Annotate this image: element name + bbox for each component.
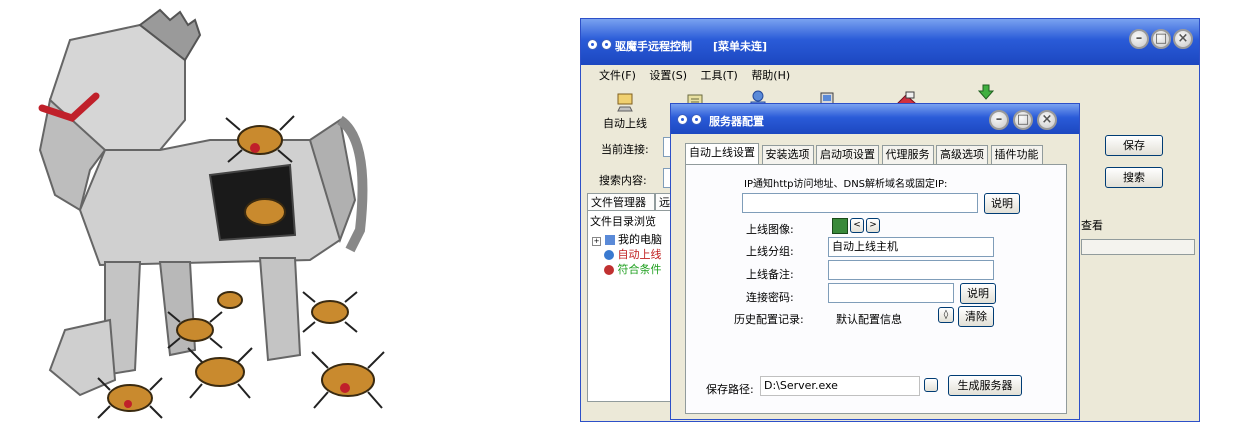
tree-panel: 文件目录浏览 + 我的电脑 自动上线 符合条件	[587, 210, 679, 402]
dialog-tab-row: 自动上线设置 安装选项 启动项设置 代理服务 高级选项 插件功能	[685, 143, 1043, 165]
history-config-value[interactable]: 默认配置信息	[836, 311, 902, 327]
search-button[interactable]: 搜索	[1105, 167, 1163, 188]
history-config-label: 历史配置记录:	[734, 313, 804, 326]
expand-icon[interactable]: +	[592, 237, 601, 246]
ip-address-label: IP通知http访问地址、DNS解析域名或固定IP:	[744, 179, 948, 190]
computer-tree-icon	[604, 235, 615, 245]
online-icon-preview	[832, 218, 848, 234]
app-system-icon-2[interactable]	[601, 39, 612, 50]
search-content-label: 搜索内容:	[599, 174, 647, 187]
list-header-bar	[1081, 239, 1195, 255]
toolbar-auto-online-button[interactable]: 自动上线	[595, 91, 655, 131]
save-path-label: 保存路径:	[706, 383, 754, 396]
download-icon[interactable]	[977, 83, 995, 101]
clear-button[interactable]: 清除	[958, 306, 994, 327]
tab-file-manager[interactable]: 文件管理器	[587, 193, 655, 211]
main-window-title: 驱魔手远程控制	[615, 40, 692, 53]
connect-password-label: 连接密码:	[746, 291, 794, 304]
connect-password-input[interactable]	[828, 283, 954, 303]
main-window-title-suffix: [菜单未连]	[713, 40, 768, 53]
history-dropdown-button[interactable]: ◊	[938, 307, 954, 323]
tab-advanced-options[interactable]: 高级选项	[936, 145, 988, 164]
online-note-input[interactable]	[828, 260, 994, 280]
auto-online-settings-panel: IP通知http访问地址、DNS解析域名或固定IP: 说明 上线图像: < > …	[685, 164, 1067, 414]
tab-plugin-features[interactable]: 插件功能	[990, 145, 1043, 164]
trojan-horse-illustration	[38, 8, 385, 419]
ip-explain-button[interactable]: 说明	[984, 193, 1020, 214]
online-icon-label: 上线图像:	[746, 223, 794, 236]
save-button[interactable]: 保存	[1105, 135, 1163, 156]
icon-next-button[interactable]: >	[866, 218, 880, 233]
password-explain-button[interactable]: 说明	[960, 283, 996, 304]
tab-auto-online-settings[interactable]: 自动上线设置	[685, 143, 759, 164]
tab-proxy-service[interactable]: 代理服务	[881, 145, 934, 164]
maximize-button[interactable]: □	[1151, 29, 1171, 49]
menu-file[interactable]: 文件(F)	[599, 69, 636, 82]
online-group-input[interactable]: 自动上线主机	[828, 237, 994, 257]
tree-header: 文件目录浏览	[590, 215, 656, 228]
toolbar-auto-online-label: 自动上线	[603, 117, 647, 130]
dialog-titlebar[interactable]: 服务器配置 – □ ×	[671, 104, 1079, 134]
online-group-label: 上线分组:	[746, 245, 794, 258]
online-note-label: 上线备注:	[746, 268, 794, 281]
menu-bar: 文件(F) 设置(S) 工具(T) 帮助(H)	[599, 67, 800, 83]
dialog-maximize-button[interactable]: □	[1013, 110, 1033, 130]
globe-icon	[604, 250, 614, 260]
tree-item-matching-label: 符合条件	[617, 263, 662, 276]
server-config-dialog: 服务器配置 – □ × 自动上线设置 安装选项 启动项设置 代理服务 高级选项 …	[670, 103, 1080, 420]
dialog-title: 服务器配置	[709, 115, 764, 128]
close-button[interactable]: ×	[1173, 29, 1193, 49]
app-system-icon[interactable]	[587, 39, 598, 50]
generate-server-button[interactable]: 生成服务器	[948, 375, 1022, 396]
tab-install-options[interactable]: 安装选项	[761, 145, 814, 164]
ip-address-input[interactable]	[742, 193, 978, 213]
tree-item-my-computer[interactable]: + 我的电脑	[592, 231, 662, 247]
save-path-input[interactable]: D:\Server.exe	[760, 376, 920, 396]
tree-item-auto-online-label: 自动上线	[617, 248, 662, 261]
menu-help[interactable]: 帮助(H)	[751, 69, 790, 82]
filter-icon	[604, 265, 614, 275]
main-titlebar[interactable]: 驱魔手远程控制 [菜单未连] – □ ×	[581, 19, 1199, 65]
menu-tools[interactable]: 工具(T)	[701, 69, 738, 82]
dialog-minimize-button[interactable]: –	[989, 110, 1009, 130]
dialog-system-icon[interactable]	[677, 114, 688, 125]
dialog-system-icon-2[interactable]	[691, 114, 702, 125]
tree-item-my-computer-label: 我的电脑	[618, 233, 662, 246]
view-label[interactable]: 查看	[1081, 217, 1103, 233]
menu-settings[interactable]: 设置(S)	[649, 69, 687, 82]
tab-startup-settings[interactable]: 启动项设置	[816, 145, 879, 164]
current-connection-label: 当前连接:	[601, 143, 649, 156]
auto-online-icon	[617, 93, 633, 112]
tree-item-auto-online[interactable]: 自动上线	[604, 246, 662, 262]
dialog-close-button[interactable]: ×	[1037, 110, 1057, 130]
tree-item-matching[interactable]: 符合条件	[604, 261, 662, 277]
minimize-button[interactable]: –	[1129, 29, 1149, 49]
icon-prev-button[interactable]: <	[850, 218, 864, 233]
browse-checkbox[interactable]	[924, 378, 938, 392]
